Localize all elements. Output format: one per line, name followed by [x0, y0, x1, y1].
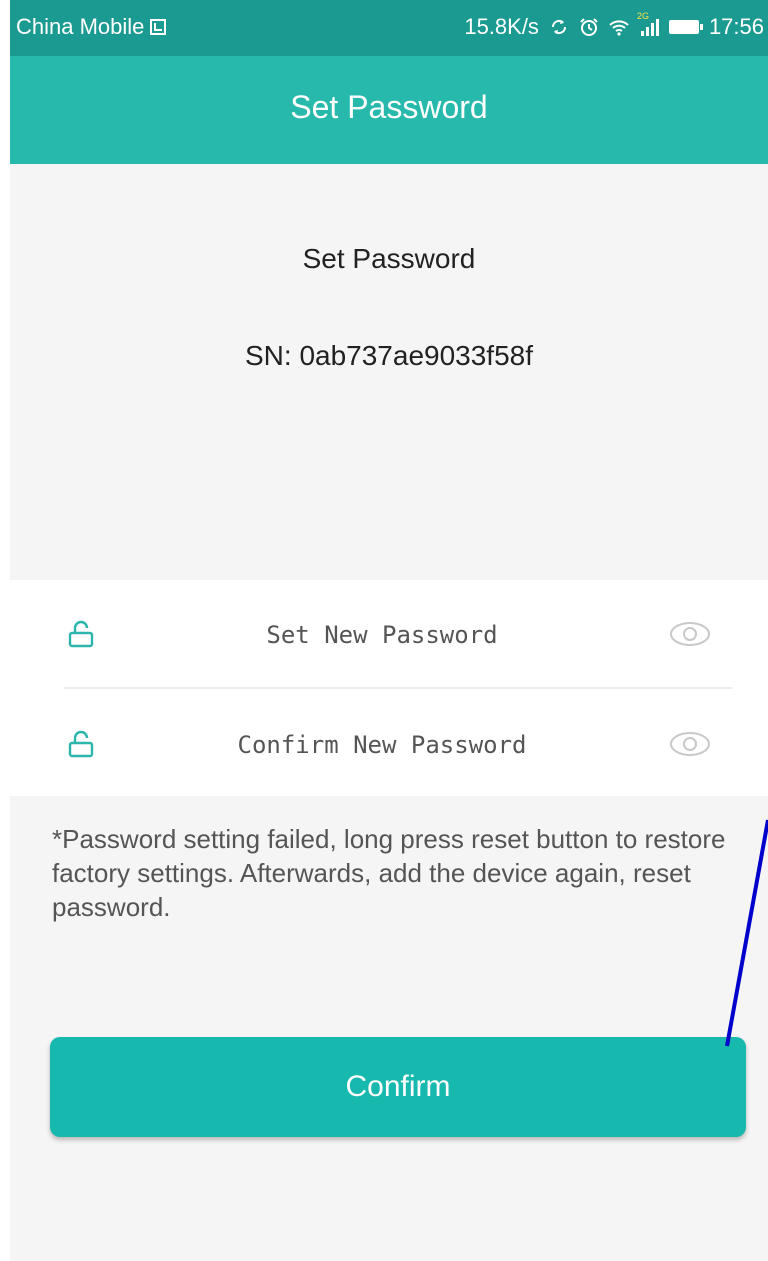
- carrier-name: China Mobile: [16, 14, 145, 39]
- app-bar: Set Password: [10, 56, 768, 164]
- app-bar-title: Set Password: [290, 88, 488, 125]
- lock-icon: [68, 620, 94, 648]
- screenshot-icon: [150, 19, 167, 35]
- clock: 17:56: [708, 14, 764, 39]
- serial-number: SN: 0ab737ae9033f58f: [244, 340, 534, 371]
- header-section: [10, 164, 768, 580]
- sync-icon: [551, 19, 566, 35]
- row-divider: [64, 687, 732, 689]
- signal-group: 2G: [637, 11, 659, 37]
- carrier-group: China Mobile: [16, 14, 167, 40]
- status-icons: 15.8K/s 2G 17:56: [464, 11, 764, 40]
- confirm-button[interactable]: Confirm: [50, 1037, 746, 1137]
- confirm-password-input[interactable]: [130, 718, 634, 772]
- reset-note: *Password setting failed, long press res…: [52, 824, 726, 922]
- confirm-password-row: [10, 690, 768, 798]
- app-screen: China Mobile 15.8K/s 2G 17:56 Set Passwo…: [10, 0, 768, 1261]
- network-speed: 15.8K/s: [464, 14, 539, 39]
- alarm-icon: [580, 18, 598, 36]
- new-password-input[interactable]: [130, 608, 634, 662]
- eye-icon[interactable]: [668, 730, 712, 758]
- password-form: [10, 580, 768, 796]
- page-heading: Set Password: [302, 243, 476, 274]
- signal-tag: 2G: [636, 11, 649, 21]
- new-password-row: [10, 580, 768, 689]
- status-bar: China Mobile 15.8K/s 2G 17:56: [10, 0, 768, 56]
- lock-icon: [68, 730, 94, 758]
- battery-icon: [668, 20, 703, 34]
- eye-icon[interactable]: [668, 620, 712, 648]
- wifi-icon: [609, 20, 629, 36]
